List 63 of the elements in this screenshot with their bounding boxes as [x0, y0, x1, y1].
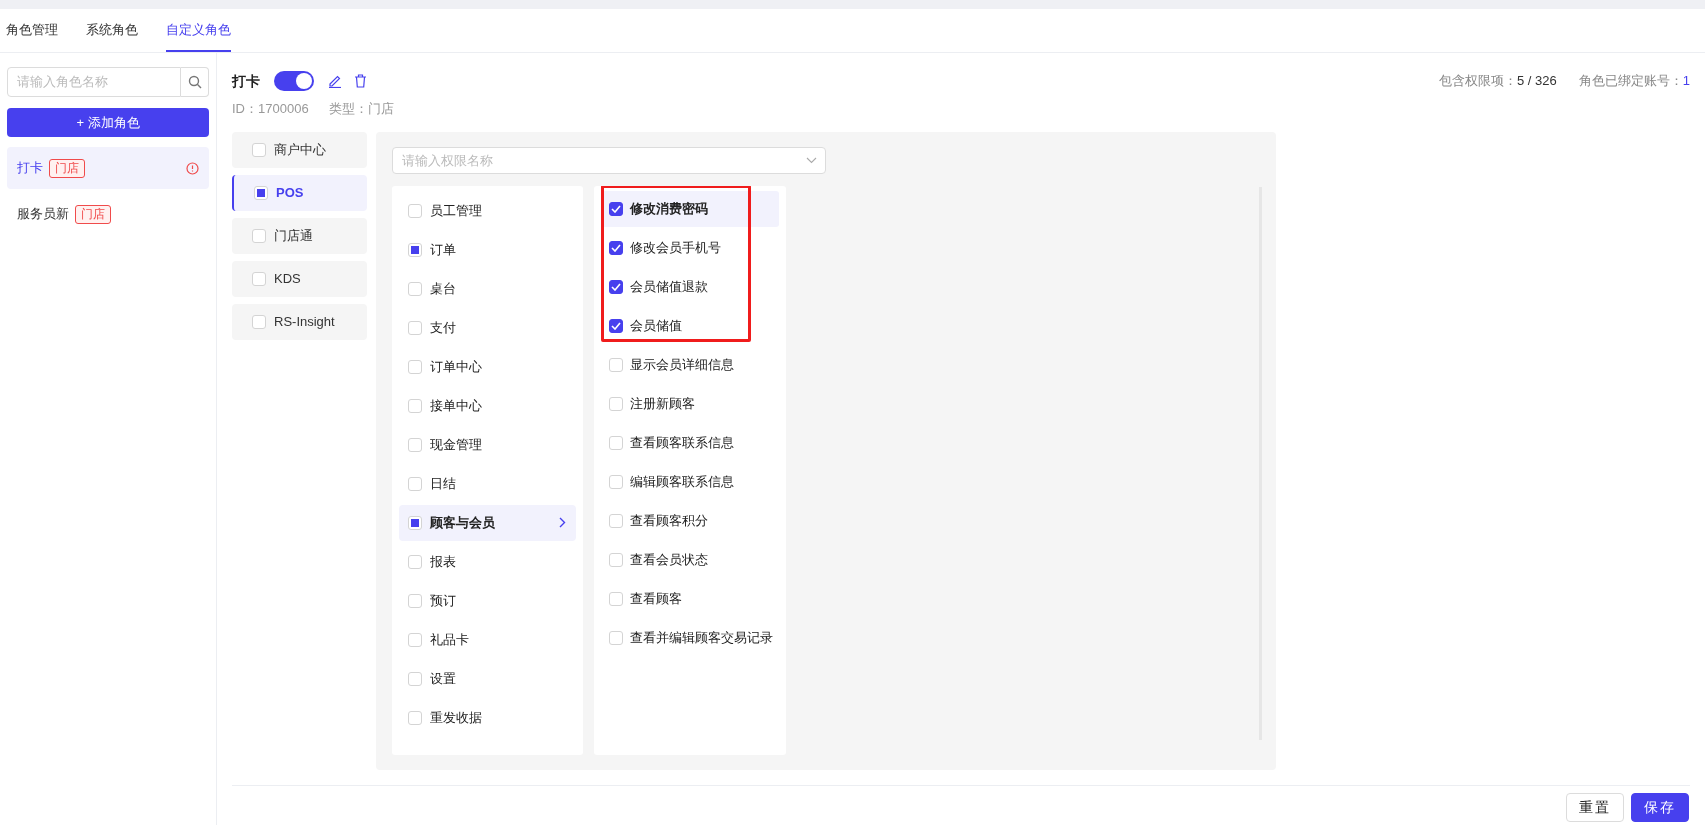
permission-item[interactable]: 查看并编辑顾客交易记录	[602, 619, 779, 656]
permission-item[interactable]: 查看顾客积分	[602, 502, 779, 539]
module-item[interactable]: KDS	[232, 260, 367, 297]
permission-item[interactable]: 编辑顾客联系信息	[602, 463, 779, 500]
category-item[interactable]: 接单中心	[399, 387, 576, 424]
role-tag: 门店	[75, 204, 111, 224]
category-item[interactable]: 支付	[399, 309, 576, 346]
permission-count: 5 / 326	[1517, 72, 1557, 91]
module-item[interactable]: RS-Insight	[232, 303, 367, 340]
role-type: 类型：门店	[328, 100, 394, 118]
search-field[interactable]: 请输入角色名称	[7, 67, 181, 97]
permission-item[interactable]: 修改会员手机号	[602, 229, 779, 266]
permission-count-label: 包含权限项：	[1439, 72, 1517, 91]
account-count: 1	[1682, 72, 1690, 91]
tab[interactable]: 自定义角色	[166, 9, 231, 52]
role-item[interactable]: 服务员新 门店	[7, 193, 209, 235]
checkbox[interactable]	[609, 240, 623, 255]
chevron-right-icon	[559, 517, 566, 528]
permission-item[interactable]: 注册新顾客	[602, 385, 779, 422]
category-item[interactable]: 员工管理	[399, 192, 576, 229]
search-icon	[187, 75, 202, 89]
permission-item[interactable]: 查看顾客联系信息	[602, 424, 779, 461]
category-item[interactable]: 现金管理	[399, 426, 576, 463]
checkbox[interactable]	[609, 279, 623, 294]
account-count-label: 角色已绑定账号：	[1578, 72, 1683, 91]
role-item[interactable]: 打卡 门店	[7, 147, 209, 189]
category-item[interactable]: 订单	[399, 231, 576, 268]
permission-search-field[interactable]: 请输入权限名称	[392, 146, 826, 174]
category-item[interactable]: 订单中心	[399, 348, 576, 385]
category-item[interactable]: 重发收据	[399, 699, 576, 736]
module-item[interactable]: 门店通	[232, 217, 367, 254]
role-title: 打卡	[232, 71, 260, 91]
role-name: 服务员新	[17, 205, 69, 224]
search-button[interactable]	[181, 67, 209, 97]
checkbox[interactable]	[609, 201, 623, 216]
category-item[interactable]: 顾客与会员	[399, 504, 576, 541]
permission-item[interactable]: 查看顾客	[602, 580, 779, 617]
category-item[interactable]: 报表	[399, 543, 576, 580]
checkbox[interactable]	[609, 318, 623, 333]
category-item[interactable]: 桌台	[399, 270, 576, 307]
permission-item[interactable]: 会员储值退款	[602, 268, 779, 305]
category-item[interactable]: 日结	[399, 465, 576, 502]
edit-icon[interactable]	[328, 74, 342, 88]
tab[interactable]: 系统角色	[86, 9, 138, 52]
enable-toggle[interactable]	[274, 71, 314, 91]
delete-icon[interactable]	[354, 74, 367, 88]
permission-item[interactable]: 会员储值	[602, 307, 779, 344]
category-item[interactable]: 预订	[399, 582, 576, 619]
permission-item[interactable]: 修改消费密码	[602, 190, 779, 227]
save-button[interactable]: 保存	[1631, 792, 1689, 822]
permission-item[interactable]: 查看会员状态	[602, 541, 779, 578]
category-item[interactable]: 设置	[399, 660, 576, 697]
role-tag: 门店	[49, 158, 85, 178]
permission-item[interactable]: 显示会员详细信息	[602, 346, 779, 383]
add-role-button[interactable]: + 添加角色	[7, 108, 209, 137]
module-item[interactable]: 商户中心	[232, 131, 367, 168]
role-id: ID：1700006	[232, 100, 309, 118]
reset-button[interactable]: 重置	[1566, 792, 1624, 822]
tab[interactable]: 角色管理	[6, 9, 58, 52]
chevron-down-icon	[806, 156, 817, 164]
category-item[interactable]: 礼品卡	[399, 621, 576, 658]
role-name: 打卡	[17, 159, 43, 178]
module-item[interactable]: POS	[232, 174, 367, 211]
